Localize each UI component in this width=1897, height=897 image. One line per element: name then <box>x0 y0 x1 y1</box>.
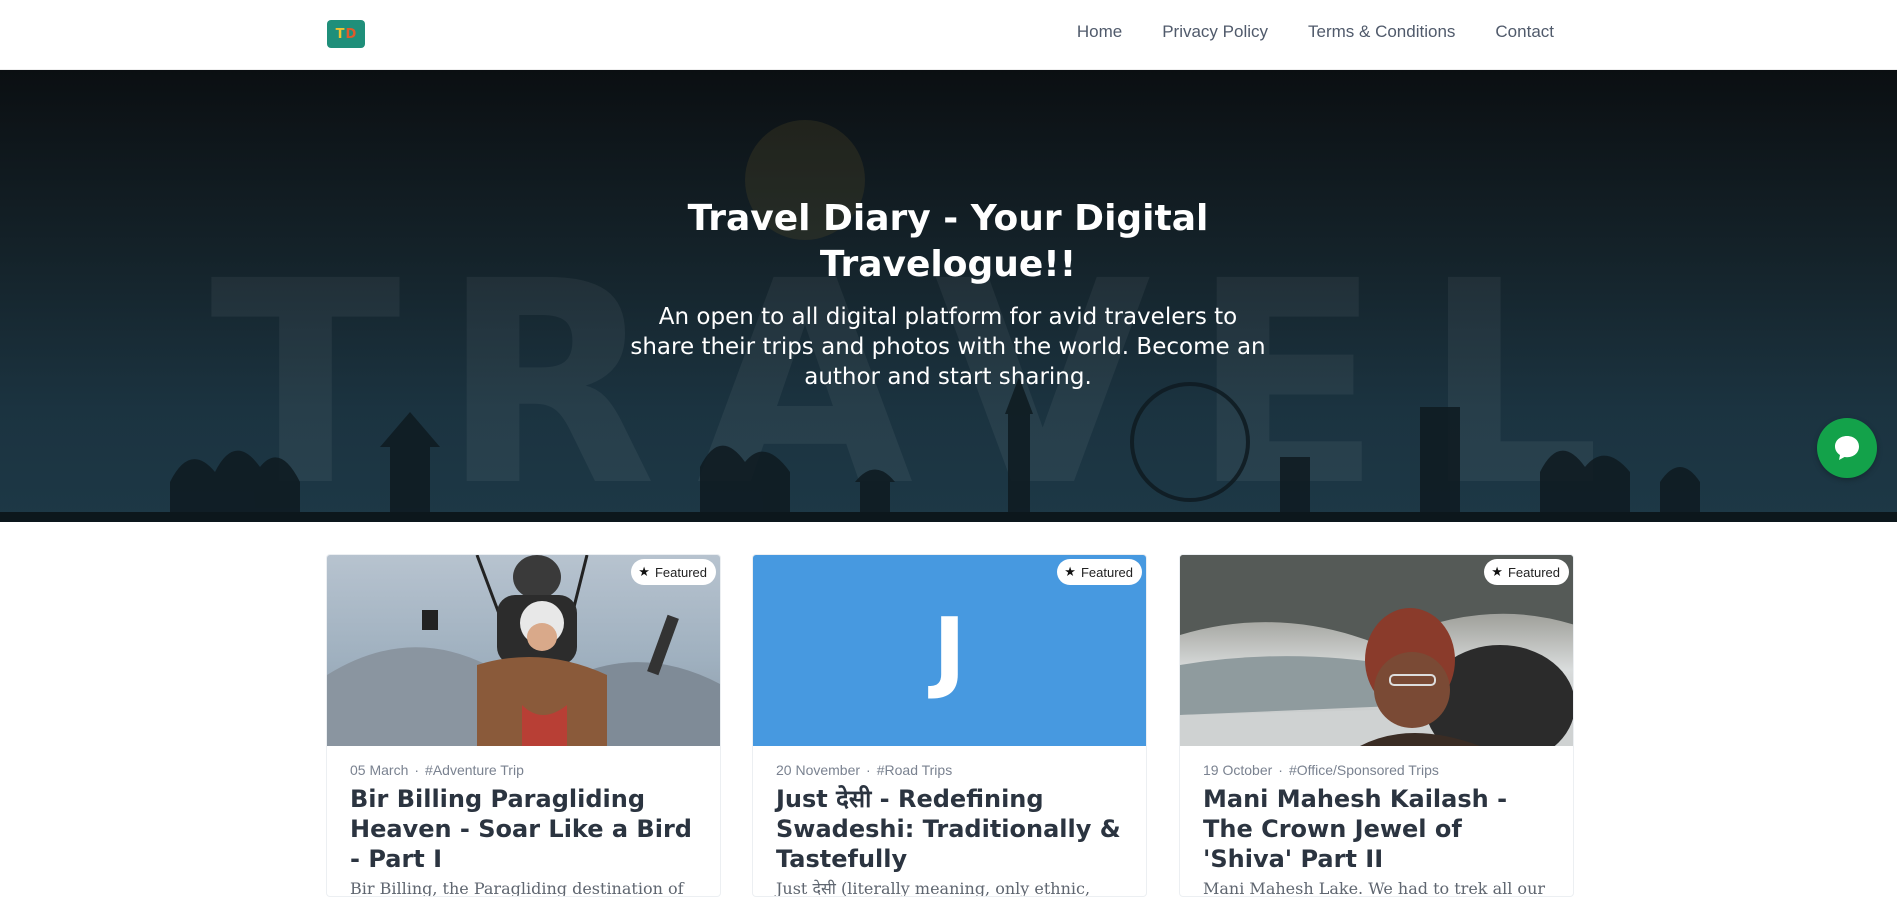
post-image[interactable]: ★ Featured <box>1180 555 1573 746</box>
top-navbar: TD Home Privacy Policy Terms & Condition… <box>0 0 1897 70</box>
star-icon: ★ <box>1491 564 1503 579</box>
post-title[interactable]: Mani Mahesh Kailash - The Crown Jewel of… <box>1203 784 1550 874</box>
hero-subtitle: An open to all digital platform for avid… <box>630 304 1266 390</box>
hero-banner: TRAVEL Travel Diary - Your Digital Trave… <box>0 70 1897 522</box>
post-meta: 05 March · #Adventure Trip <box>350 762 697 778</box>
post-excerpt: Bir Billing, the Paragliding destination… <box>350 879 684 897</box>
featured-label: Featured <box>1507 564 1560 580</box>
nav-links: Home Privacy Policy Terms & Conditions C… <box>1037 0 1554 64</box>
post-excerpt: Mani Mahesh Lake. We had to trek all our… <box>1203 879 1546 897</box>
post-date: 05 March <box>350 762 409 778</box>
post-category[interactable]: #Office/Sponsored Trips <box>1289 762 1439 778</box>
post-title[interactable]: Bir Billing Paragliding Heaven - Soar Li… <box>350 784 697 874</box>
featured-badge: ★ Featured <box>1057 559 1142 585</box>
meta-separator: · <box>1278 762 1283 778</box>
nav-privacy-policy-link[interactable]: Privacy Policy <box>1162 22 1268 42</box>
post-image[interactable]: ★ Featured <box>327 555 720 746</box>
hero-title: Travel Diary - Your Digital Travelogue!! <box>687 198 1209 285</box>
site-logo[interactable]: TD <box>327 20 365 48</box>
post-card[interactable]: ★ Featured 05 March · #Adventure Trip Bir … <box>326 554 721 897</box>
post-card[interactable]: ★ Featured 19 October · #Office/Sponsored … <box>1179 554 1574 897</box>
star-icon: ★ <box>638 564 650 579</box>
nav-contact-link[interactable]: Contact <box>1495 22 1554 42</box>
featured-label: Featured <box>1080 564 1133 580</box>
featured-label: Featured <box>654 564 707 580</box>
logo-letter-t: T <box>335 26 345 42</box>
featured-badge: ★ Featured <box>631 559 716 585</box>
hero-skyline-illustration <box>0 377 1897 522</box>
post-meta: 19 October · #Office/Sponsored Trips <box>1203 762 1550 778</box>
post-title[interactable]: Just देसी - Redefining Swadeshi: Traditi… <box>776 784 1123 874</box>
post-date: 19 October <box>1203 762 1273 778</box>
post-category[interactable]: #Road Trips <box>877 762 952 778</box>
post-category[interactable]: #Adventure Trip <box>425 762 524 778</box>
featured-badge: ★ Featured <box>1484 559 1569 585</box>
post-image[interactable]: J ★ Featured <box>753 555 1146 746</box>
post-meta: 20 November · #Road Trips <box>776 762 1123 778</box>
post-card[interactable]: J ★ Featured 20 November · #Road Trips Jus… <box>752 554 1147 897</box>
post-date: 20 November <box>776 762 861 778</box>
logo-letter-d: D <box>345 26 357 42</box>
post-excerpt: Just देसी (literally meaning, only ethni… <box>776 879 1091 897</box>
star-icon: ★ <box>1064 564 1076 579</box>
chat-button[interactable] <box>1817 418 1877 478</box>
meta-separator: · <box>414 762 420 778</box>
meta-separator: · <box>866 762 871 778</box>
chat-bubble-icon <box>1835 436 1859 460</box>
nav-home-link[interactable]: Home <box>1077 22 1122 42</box>
nav-terms-link[interactable]: Terms & Conditions <box>1308 22 1455 42</box>
post-image-letter: J <box>933 599 966 702</box>
